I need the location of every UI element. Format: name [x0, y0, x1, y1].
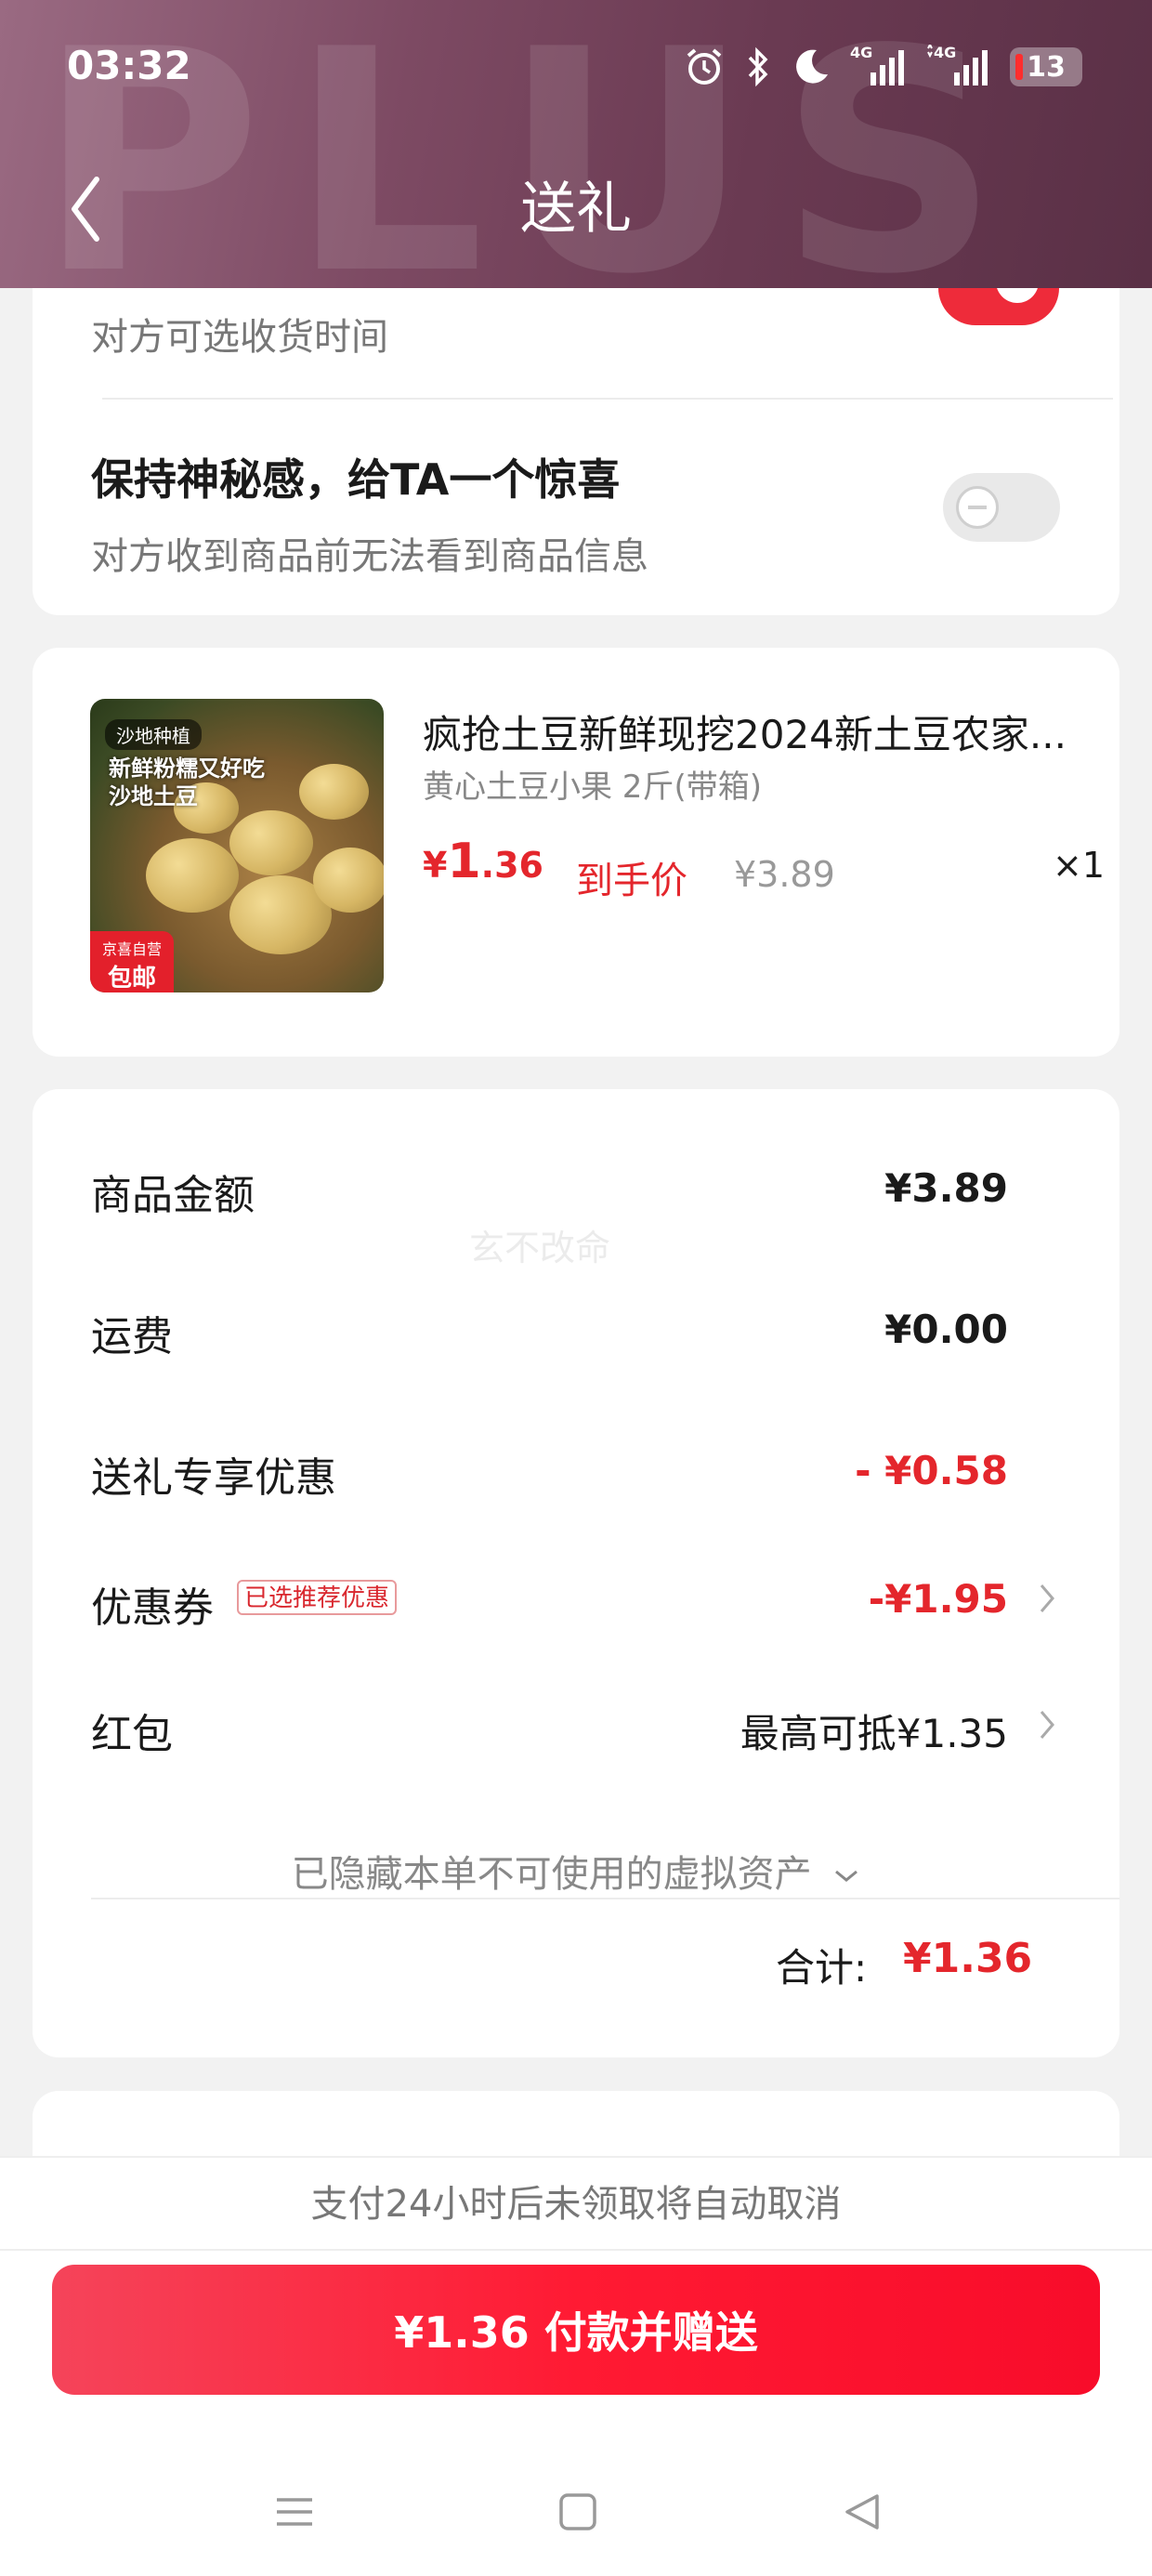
price-currency: ¥	[423, 845, 448, 886]
goods-amount-label: 商品金额	[91, 1172, 255, 1219]
product-spec: 黄心土豆小果 2斤(带箱)	[423, 769, 762, 806]
shipping-label: 运费	[91, 1313, 173, 1360]
potato-shape	[313, 848, 384, 913]
price-label: 到手价	[576, 860, 687, 902]
signal-icon-2: 4G	[926, 45, 991, 89]
price-decimal: .36	[480, 845, 543, 886]
status-icons: 4G 4G 13	[683, 41, 1082, 93]
surprise-toggle[interactable]	[943, 473, 1060, 542]
system-nav-bar	[0, 2453, 1152, 2576]
hidden-assets-text: 已隐藏本单不可使用的虚拟资产	[291, 1853, 812, 1896]
divider	[91, 1898, 1119, 1899]
potato-shape	[146, 838, 239, 913]
total-label: 合计:	[776, 1945, 868, 1991]
back-triangle-icon[interactable]	[840, 2489, 886, 2535]
image-tag: 沙地种植	[105, 719, 202, 750]
page-title: 送礼	[520, 177, 632, 242]
fee-breakdown-card: 玄不改命 商品金额 ¥3.89 运费 ¥0.00 送礼专享优惠 - ¥0.58 …	[33, 1089, 1119, 2057]
redpacket-value[interactable]: 最高可抵¥1.35	[740, 1702, 1008, 1759]
goods-amount-value: ¥3.89	[884, 1165, 1008, 1211]
original-price: ¥3.89	[734, 854, 835, 895]
product-price: ¥1.36	[423, 834, 543, 889]
image-badge: 京喜自营 包邮	[90, 931, 174, 992]
status-bar: 03:32 4G 4G 13	[0, 0, 1152, 139]
status-time: 03:32	[67, 43, 191, 88]
battery-indicator: 13	[1010, 47, 1082, 86]
image-caption: 新鲜粉糯又好吃 沙地土豆	[109, 756, 265, 809]
bluetooth-icon	[744, 46, 772, 88]
divider	[102, 398, 1113, 400]
surprise-subtitle: 对方收到商品前无法看到商品信息	[91, 535, 648, 578]
svg-text:4G: 4G	[850, 45, 872, 61]
delivery-time-subtitle: 对方可选收货时间	[91, 316, 388, 359]
auto-cancel-notice: 支付24小时后未领取将自动取消	[0, 2158, 1152, 2251]
hidden-assets-toggle[interactable]: 已隐藏本单不可使用的虚拟资产	[33, 1844, 1119, 1898]
price-integer: 1	[447, 834, 481, 889]
total-value: ¥1.36	[903, 1935, 1033, 1982]
alarm-icon	[683, 46, 726, 88]
watermark-text: 玄不改命	[469, 1228, 611, 1268]
coupon-tag: 已选推荐优惠	[237, 1580, 398, 1615]
potato-shape	[299, 764, 369, 820]
coupon-label[interactable]: 优惠券	[91, 1574, 214, 1634]
signal-icon-1: 4G	[850, 45, 908, 89]
toggle-knob	[956, 486, 999, 529]
pay-and-gift-button[interactable]: ¥1.36 付款并赠送	[52, 2265, 1100, 2395]
chevron-right-icon[interactable]	[1036, 1706, 1058, 1743]
menu-icon[interactable]	[271, 2489, 318, 2535]
coupon-value[interactable]: -¥1.95	[869, 1576, 1008, 1622]
chevron-down-icon	[835, 1870, 858, 1882]
header: PLUS 03:32 4G 4G 13 送礼	[0, 0, 1152, 288]
product-image[interactable]: 沙地种植 新鲜粉糯又好吃 沙地土豆 京喜自营 包邮	[90, 699, 384, 992]
surprise-title: 保持神秘感，给TA一个惊喜	[91, 454, 621, 505]
product-card[interactable]: 沙地种植 新鲜粉糯又好吃 沙地土豆 京喜自营 包邮 疯抢土豆新鲜现挖2024新土…	[33, 648, 1119, 1057]
battery-low-bar	[1015, 54, 1023, 80]
battery-level: 13	[1027, 50, 1066, 84]
gift-discount-value: - ¥0.58	[855, 1448, 1008, 1493]
home-square-icon[interactable]	[555, 2489, 601, 2535]
image-badge-top: 京喜自营	[101, 940, 162, 958]
shipping-value: ¥0.00	[884, 1307, 1008, 1352]
product-title: 疯抢土豆新鲜现挖2024新土豆农家...	[423, 712, 1067, 757]
image-badge-bottom: 包邮	[107, 965, 156, 992]
potato-shape	[229, 810, 313, 875]
svg-text:4G: 4G	[934, 45, 956, 61]
redpacket-label[interactable]: 红包	[91, 1701, 173, 1760]
product-quantity: ×1	[1053, 845, 1106, 886]
moon-icon	[791, 46, 831, 87]
gift-discount-label: 送礼专享优惠	[91, 1454, 336, 1502]
chevron-right-icon[interactable]	[1036, 1580, 1058, 1617]
